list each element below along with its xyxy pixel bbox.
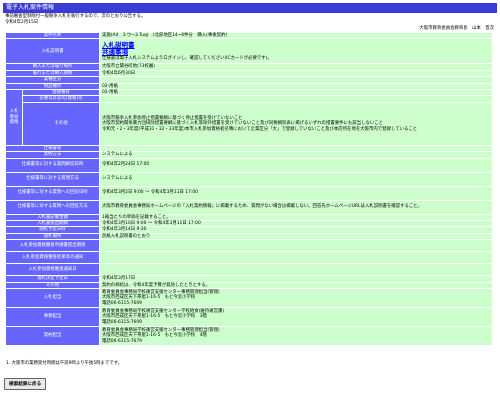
row-contact-bid: 入札担当 教育委員会事務局学校運営支援センター事務管理担当(管理) 大阪市西成区天…: [6, 289, 492, 308]
label-bid-doc: 入札説明書: [6, 39, 100, 64]
value-answer-method: 大阪市教育委員会事務局ホームページの「入札契約情報」に掲載するため、質問がない場…: [100, 200, 492, 214]
bid-doc-note: 仕様書は電子入札システムよりログインし、確認してください(ICカードが必要です)…: [102, 55, 272, 61]
value-bid-period: 令和4年3月10日 9:00 ～ 令和4年3月11日 17:00: [100, 221, 492, 227]
label-open-place: 開札場所: [6, 233, 100, 240]
label-q-deadline: 仕様書等に対する質問締切日時: [6, 158, 100, 172]
row-delivery-place: 納入または履行場所 大阪市立関谷町他(73校園): [6, 64, 492, 70]
label-contact-office: 事務担当: [6, 308, 100, 327]
label-required: 必要な許認可(資格)等: [23, 96, 100, 102]
label-blank4: 落札決定予定日: [6, 276, 100, 282]
row-blank1: 入札参加資格審査申請書提出期限: [6, 240, 492, 252]
common-matters-link[interactable]: 共通事項: [102, 48, 490, 56]
row-contact-contract: 契約担当 教育委員会事務局学校運営支援センター事務管理担当(管理) 大阪市西成区天…: [6, 327, 492, 346]
label-blank3: 入札参加資格審査通知日: [6, 264, 100, 276]
row-bid-system: 仕様書等: [6, 145, 492, 152]
label-project-name: 案件名称: [6, 33, 100, 39]
value-contact-contract: 教育委員会事務局学校運営支援センター事務管理担当(管理) 大阪市西成区天下茶屋1…: [100, 327, 492, 346]
value-category: [100, 77, 492, 83]
value-open-date: 令和4年3月14日 9:30: [100, 227, 492, 233]
page-title: 電子入札案件情報: [3, 3, 497, 13]
row-answer-method: 仕様書等に対する質問への回答方法 大阪市教育委員会事務局ホームページの「入札契約情…: [6, 200, 492, 214]
row-q-submit: 仕様書等に対する質問方法 システムによる: [6, 172, 492, 186]
row-project-name: 案件名称 実施(A4 3.ウ~3.Tuq) (北部地区14~6件分 購入(事後契約…: [6, 33, 492, 39]
label-open-date: 開札予定日時: [6, 227, 100, 233]
label-q-submit: 仕様書等に対する質問方法: [6, 172, 100, 186]
label-category: 業種区分: [6, 77, 100, 83]
label-delivery-period: 履行または納入期限: [6, 70, 100, 77]
label-bid-form: 契約方法: [6, 152, 100, 158]
label-contact-contract: 契約担当: [6, 327, 100, 346]
value-bid-form: システムによる: [100, 152, 492, 158]
value-item-class: 02-用紙: [100, 83, 492, 90]
label-deposit: 入札書記載金額: [6, 214, 100, 221]
value-contact-office: 教育委員会事務局学校運営支援センター学校給食(維持運営課) 大阪市西成区天下茶屋…: [100, 308, 492, 327]
row-deposit: 入札書記載金額 1箱当たりの単価を記載すること。: [6, 214, 492, 221]
label-eligibility: 入札参加資格: [6, 90, 22, 145]
label-contract: その他: [6, 282, 100, 289]
label-contact-bid: 入札担当: [6, 289, 100, 308]
label-item-class: 物品種目: [6, 83, 100, 90]
value-contact-bid: 教育委員会事務局学校運営支援センター事務管理担当(管理) 大阪市西成区天下茶屋1…: [100, 289, 492, 308]
label-other: その他: [23, 102, 100, 145]
row-bid-period: 入札書提出期間 令和4年3月10日 9:00 ～ 令和4年3月11日 17:00: [6, 221, 492, 227]
row-bid-doc: 入札説明書 入札説明書 共通事項 仕様書は電子入札システムよりログインし、確認し…: [6, 39, 492, 64]
value-open-place: 別紙入札説明書のとおり: [100, 233, 492, 240]
value-blank4: 令和4年3月17日: [100, 276, 492, 282]
value-q-submit: システムによる: [100, 172, 492, 186]
value-blank3: [100, 264, 492, 276]
row-eligibility-other: その他 大阪市競争入札参加停止措置要綱に基づく停止措置を受けていないこと 大阪市…: [6, 102, 492, 145]
label-answer-date: 仕様書等に対する質問への回答日時: [6, 186, 100, 200]
label-bid-period: 入札書提出期間: [6, 221, 100, 227]
row-contact-office: 事務担当 教育委員会事務局学校運営支援センター学校給食(維持運営課) 大阪市西成区…: [6, 308, 492, 327]
bid-doc-link[interactable]: 入札説明書: [102, 41, 490, 49]
label-answer-method: 仕様書等に対する質問への回答方法: [6, 200, 100, 214]
value-bid-system: [100, 145, 492, 152]
label-blank2: 入札参加資格審査結果等の通知: [6, 252, 100, 264]
intro-text: 事前審査型制限付一般競争入札を執行するので、次のとおり公告する。 令和4年2月1…: [5, 14, 495, 26]
row-answer-date: 仕様書等に対する質問への回答日時 令和4年3月2日 9:00 ～ 令和4年3月11…: [6, 186, 492, 200]
row-open-date: 開札予定日時 令和4年3月14日 9:30: [6, 227, 492, 233]
row-blank2: 入札参加資格審査結果等の通知: [6, 252, 492, 264]
row-blank3: 入札参加資格審査通知日: [6, 264, 492, 276]
value-bid-doc: 入札説明書 共通事項 仕様書は電子入札システムよりログインし、確認してください(…: [100, 39, 492, 64]
label-registered: 登録種目: [23, 90, 100, 96]
value-deposit: 1箱当たりの単価を記載すること。: [100, 214, 492, 221]
value-project-name: 実施(A4 3.ウ~3.Tuq) (北部地区14~6件分 購入(事後契約): [100, 33, 492, 39]
row-delivery-period: 履行または納入期限 令和4年6月30日: [6, 70, 492, 77]
value-contract: 契約の締結は、令和4年度予算が発効したときとする。: [100, 282, 492, 289]
row-open-place: 開札場所 別紙入札説明書のとおり: [6, 233, 492, 240]
row-bid-form: 契約方法 システムによる: [6, 152, 492, 158]
label-bid-system: 仕様書等: [6, 145, 100, 152]
value-answer-date: 令和4年3月2日 9:00 ～ 令和4年3月11日 17:00: [100, 186, 492, 200]
value-required: [100, 96, 492, 102]
row-item-class: 物品種目 02-用紙: [6, 83, 492, 90]
label-delivery-place: 納入または履行場所: [6, 64, 100, 70]
label-blank1: 入札参加資格審査申請書提出期限: [6, 240, 100, 252]
footer-note: 1. 大阪市の業務受付時間は午前9時より午後5時までです。: [6, 361, 123, 367]
value-delivery-period: 令和4年6月30日: [100, 70, 492, 77]
row-q-deadline: 仕様書等に対する質問締切日時 令和4年2月24日 17:00: [6, 158, 492, 172]
row-eligibility-required: 必要な許認可(資格)等: [6, 96, 492, 102]
publisher: 大阪市教育委員会教育長 山本 晋次: [419, 26, 494, 31]
value-delivery-place: 大阪市立関谷町他(73校園): [100, 64, 492, 70]
value-other: 大阪市競争入札参加停止措置要綱に基づく停止措置を受けていないこと 大阪市契約関係…: [100, 102, 492, 145]
detail-table: 案件名称 実施(A4 3.ウ~3.Tuq) (北部地区14~6件分 購入(事後契約…: [5, 32, 493, 346]
value-blank1: [100, 240, 492, 252]
value-registered: 02-用紙: [100, 90, 492, 96]
row-category: 業種区分: [6, 77, 492, 83]
row-blank4: 落札決定予定日 令和4年3月17日: [6, 276, 492, 282]
value-blank2: [100, 252, 492, 264]
row-contract: その他 契約の締結は、令和4年度予算が発効したときとする。: [6, 282, 492, 289]
back-to-results-button[interactable]: 検索結果に戻る: [4, 378, 47, 391]
value-q-deadline: 令和4年2月24日 17:00: [100, 158, 492, 172]
row-eligibility-registered: 入札参加資格 登録種目 02-用紙: [6, 90, 492, 145]
